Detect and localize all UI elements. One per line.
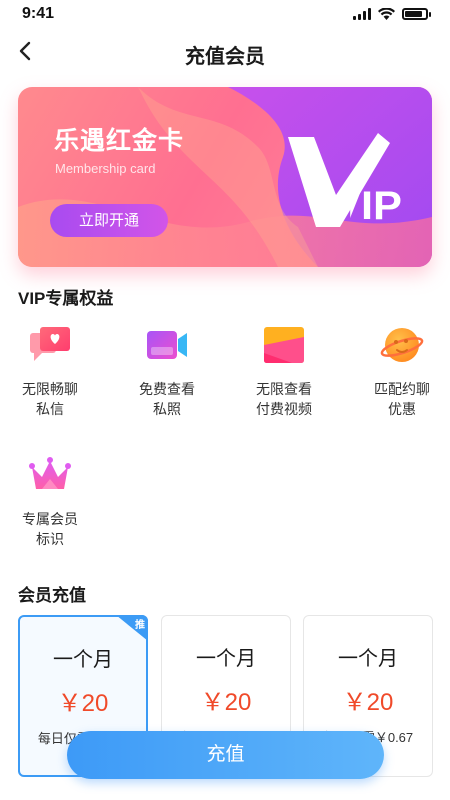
- plan-name: 一个月: [338, 648, 398, 670]
- benefit-item-badge[interactable]: 专属会员 标识: [0, 453, 100, 549]
- benefit-label: 无限查看 付费视频: [234, 379, 334, 419]
- vip-membership-card: 乐遇红金卡 Membership card 立即开通 VIP: [18, 87, 432, 267]
- benefit-item-paid-video[interactable]: 无限查看 付费视频: [234, 323, 334, 419]
- card-subtitle: Membership card: [55, 161, 156, 176]
- planet-icon: [380, 328, 424, 362]
- plan-price: ￥20: [342, 689, 394, 716]
- benefit-label: 无限畅聊 私信: [0, 379, 100, 419]
- benefit-label-line1: 专属会员: [22, 511, 78, 527]
- benefit-item-photo[interactable]: 免费查看 私照: [117, 323, 217, 419]
- benefit-label: 免费查看 私照: [117, 379, 217, 419]
- benefit-item-chat[interactable]: 无限畅聊 私信: [0, 323, 100, 419]
- battery-icon: [402, 8, 431, 20]
- benefit-label-line2: 私信: [36, 401, 64, 417]
- video-camera-icon: [147, 331, 187, 359]
- recommend-badge-text: 推: [135, 620, 145, 631]
- paid-video-icon: [264, 327, 304, 363]
- benefit-label-line1: 免费查看: [139, 381, 195, 397]
- benefit-label: 专属会员 标识: [0, 509, 100, 549]
- card-title: 乐遇红金卡: [54, 127, 185, 155]
- plan-name: 一个月: [53, 649, 113, 671]
- benefit-label-line1: 匹配约聊: [374, 381, 430, 397]
- chat-bubble-icon: [30, 327, 70, 361]
- benefit-label-line2: 付费视频: [256, 401, 312, 417]
- benefit-label-line2: 私照: [153, 401, 181, 417]
- benefit-label-line1: 无限畅聊: [22, 381, 78, 397]
- plan-price: ￥20: [57, 690, 109, 717]
- recommend-badge: 推: [116, 615, 148, 641]
- battery-level: [405, 11, 422, 17]
- wifi-icon: [378, 8, 395, 20]
- benefit-label-line2: 优惠: [388, 401, 416, 417]
- benefit-label-line1: 无限查看: [256, 381, 312, 397]
- status-time: 9:41: [22, 5, 55, 22]
- nav-bar: 充值会员: [0, 30, 450, 74]
- recharge-button[interactable]: 充值: [67, 731, 384, 779]
- benefit-item-match[interactable]: 匹配约聊 优惠: [352, 323, 450, 419]
- status-bar: 9:41: [0, 0, 450, 28]
- benefits-section-title: VIP专属权益: [18, 289, 114, 308]
- benefit-label-line2: 标识: [36, 531, 64, 547]
- plan-name: 一个月: [196, 648, 256, 670]
- open-membership-button[interactable]: 立即开通: [50, 204, 168, 237]
- status-icons: [353, 8, 431, 20]
- signal-icon: [353, 8, 371, 20]
- recharge-section-title: 会员充值: [18, 586, 86, 605]
- benefit-label: 匹配约聊 优惠: [352, 379, 450, 419]
- plan-price: ￥20: [200, 689, 252, 716]
- page-title: 充值会员: [185, 46, 265, 68]
- crown-icon: [29, 457, 71, 489]
- vip-logo: VIP: [288, 133, 406, 233]
